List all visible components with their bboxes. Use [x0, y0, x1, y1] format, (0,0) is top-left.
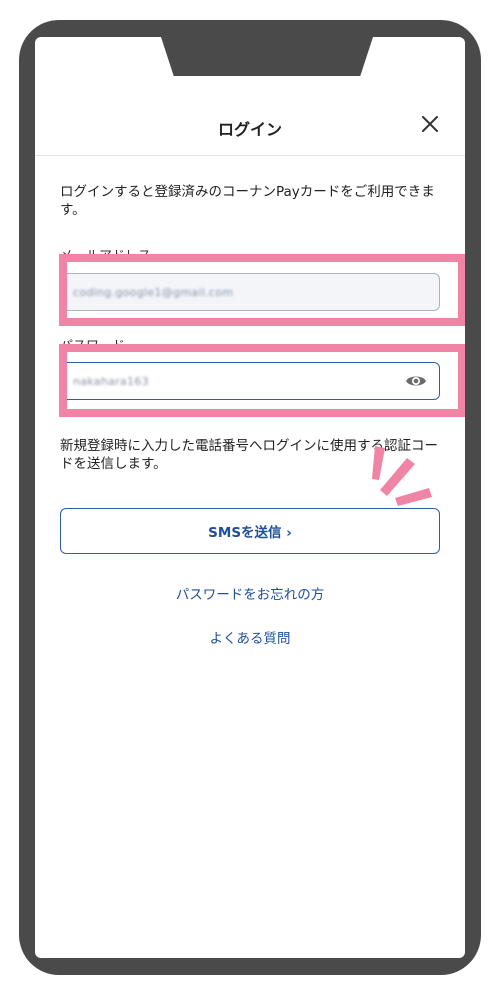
phone-notch	[161, 37, 373, 76]
faq-link[interactable]: よくある質問	[35, 627, 465, 647]
intro-text: ログインすると登録済みのコーナンPayカードをご利用できます。	[60, 184, 435, 218]
close-icon[interactable]	[417, 111, 443, 137]
forgot-password-link[interactable]: パスワードをお忘れの方	[35, 583, 465, 603]
dialog-title: ログイン	[217, 120, 282, 139]
sms-send-button[interactable]: SMSを送信 ›	[60, 508, 440, 554]
password-highlight-box	[59, 344, 465, 417]
dialog-header: ログイン	[35, 97, 465, 156]
emphasis-burst-icon	[372, 446, 432, 506]
email-highlight-box	[59, 254, 465, 326]
